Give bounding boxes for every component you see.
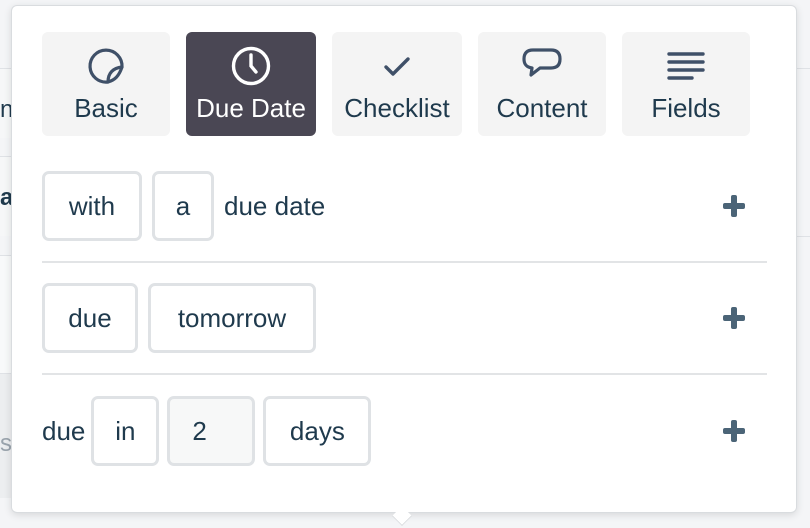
tab-label: Basic [74, 93, 138, 123]
tab-checklist[interactable]: Checklist [332, 32, 462, 136]
lines-icon [664, 44, 708, 88]
sticker-icon [84, 44, 128, 88]
article-chip[interactable]: a [152, 171, 214, 241]
days-chip[interactable]: days [263, 396, 372, 466]
speech-bubble-icon [520, 44, 564, 88]
tab-label: Content [496, 93, 588, 123]
checkmark-icon [375, 44, 419, 88]
tab-basic[interactable]: Basic [42, 32, 170, 136]
filter-row-due-in-days: due in 2 days [42, 375, 767, 487]
background-right [796, 0, 810, 528]
due-chip[interactable]: due [42, 283, 138, 353]
tab-fields[interactable]: Fields [622, 32, 750, 136]
in-chip[interactable]: in [91, 396, 160, 466]
row-text: due date [224, 190, 326, 221]
tab-due-date[interactable]: Due Date [186, 32, 316, 136]
filter-category-tabs: Basic Due Date Checklist Content Fields [42, 32, 750, 136]
tab-label: Fields [651, 93, 721, 123]
row-text: due [42, 415, 86, 446]
clock-icon [229, 44, 273, 88]
filter-popover: Basic Due Date Checklist Content Fields … [11, 5, 797, 513]
tab-label: Due Date [196, 93, 306, 123]
plus-icon[interactable] [723, 307, 745, 329]
with-chip[interactable]: with [42, 171, 142, 241]
plus-icon[interactable] [723, 195, 745, 217]
filter-row-due-tomorrow: due tomorrow [42, 263, 767, 375]
days-count-input[interactable]: 2 [167, 396, 256, 466]
plus-icon[interactable] [723, 420, 745, 442]
tab-content[interactable]: Content [478, 32, 606, 136]
tomorrow-chip[interactable]: tomorrow [148, 283, 316, 353]
tab-label: Checklist [344, 93, 450, 123]
filter-row-with-due-date: with a due date [42, 151, 767, 263]
